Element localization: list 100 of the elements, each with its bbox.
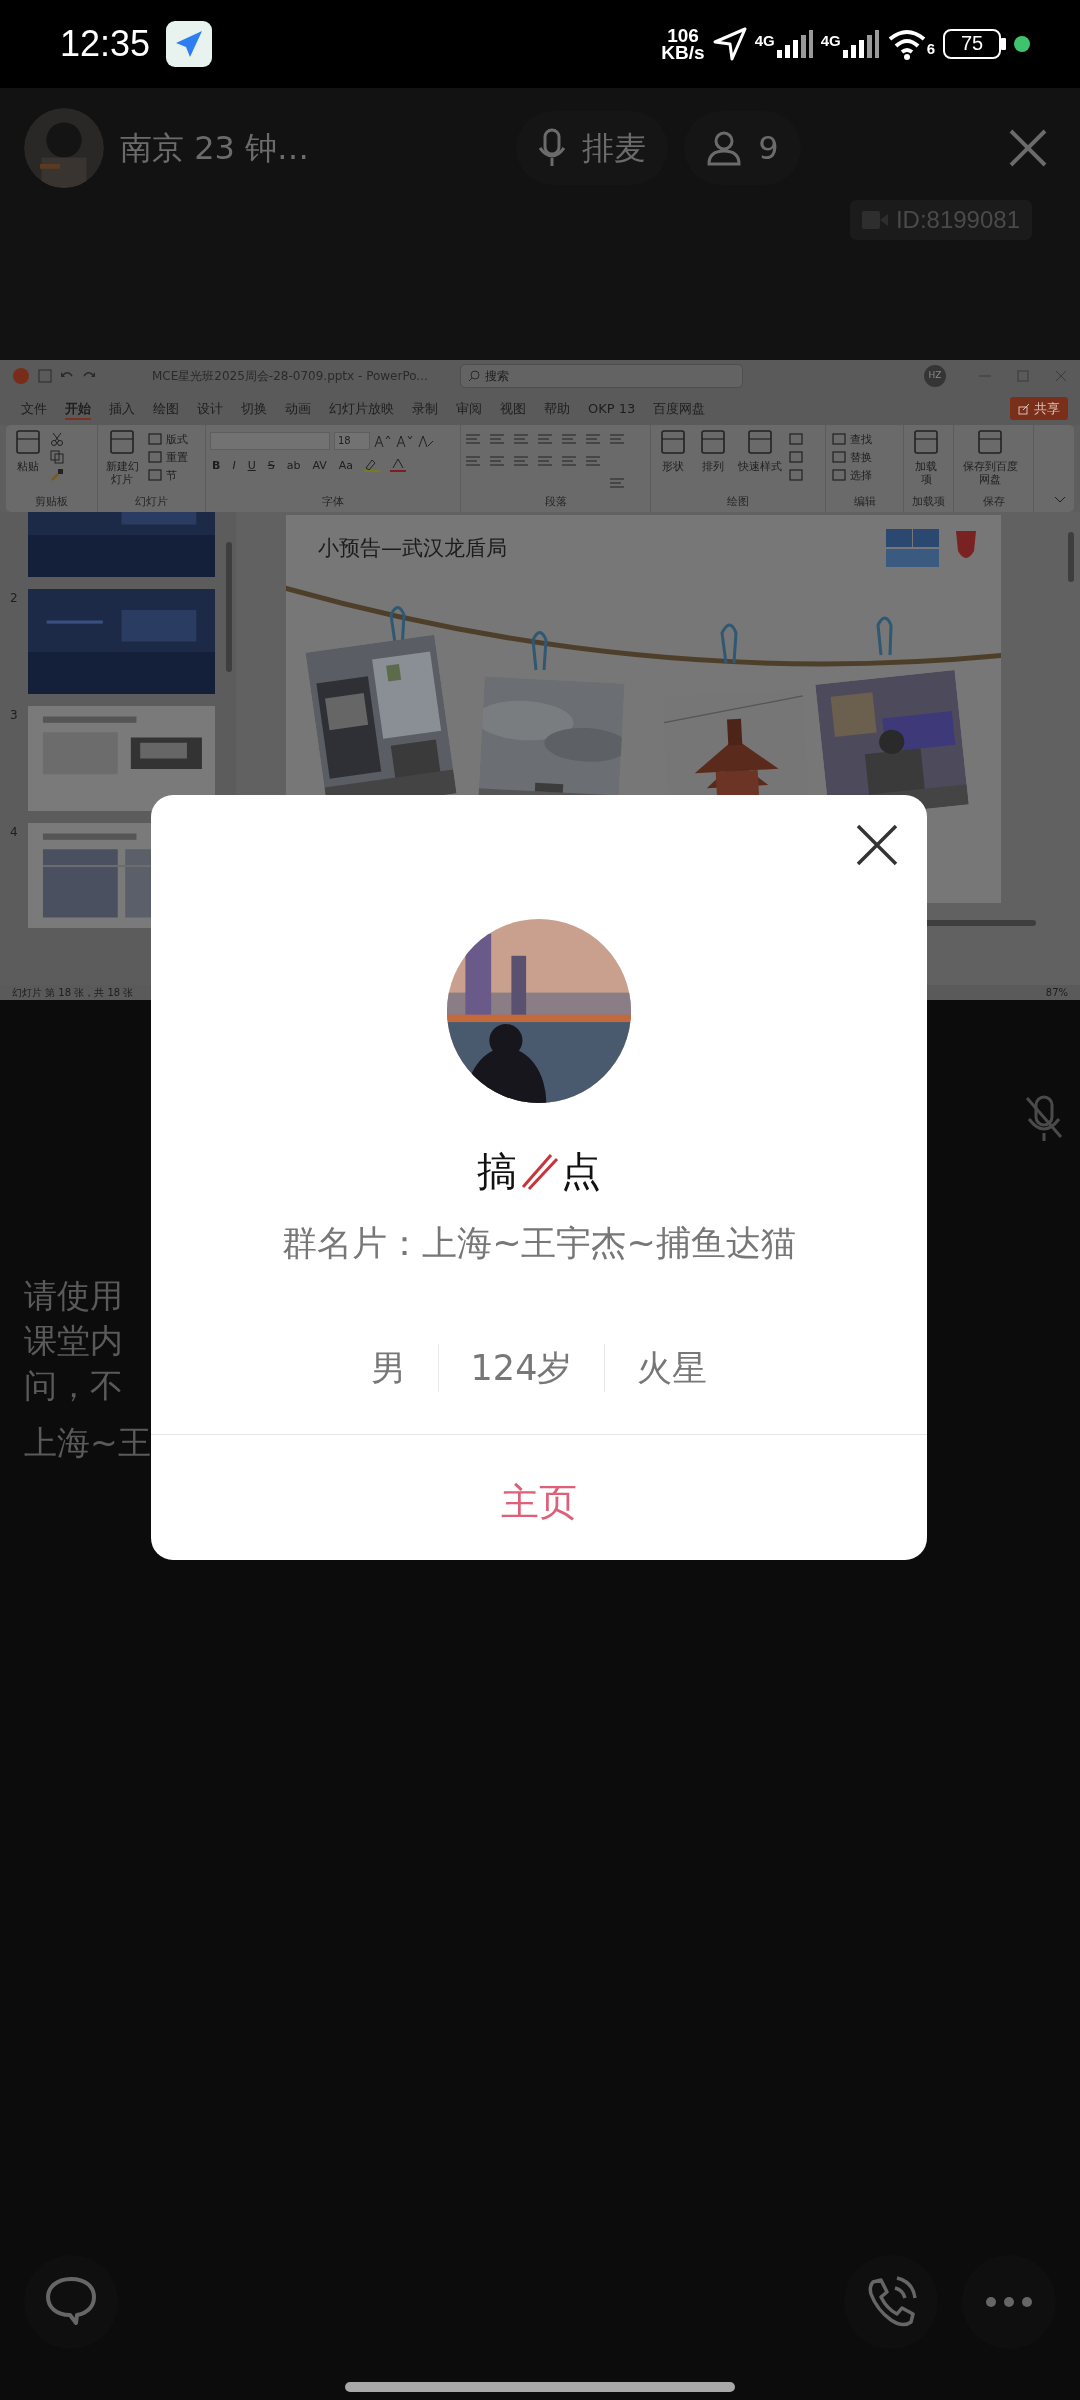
close-icon[interactable]	[855, 823, 899, 867]
ribbon-tab[interactable]: 开始	[56, 392, 100, 425]
wifi-icon	[886, 28, 927, 60]
paragraph-icon[interactable]	[465, 432, 481, 446]
privacy-dot-icon	[1014, 36, 1030, 52]
ribbon-tab[interactable]: 绘图	[144, 392, 188, 425]
save-to-cloud-button[interactable]: 保存到百度网盘	[958, 428, 1022, 494]
alignment-icon[interactable]	[513, 454, 529, 468]
profile-detail: 火星	[636, 1346, 709, 1390]
share-button[interactable]: 共享	[1010, 396, 1068, 421]
layout-button[interactable]: 版式	[146, 432, 190, 446]
battery-tip-icon	[1001, 38, 1006, 50]
format-button[interactable]: I	[230, 458, 238, 472]
alignment-icon[interactable]	[537, 454, 553, 468]
clear-format-icon[interactable]	[418, 434, 434, 448]
format-button[interactable]: B	[210, 458, 223, 472]
ribbon-group-label: 字体	[321, 494, 345, 510]
network-type: 4G	[754, 31, 775, 51]
font-size-field[interactable]: 18	[334, 432, 370, 450]
format-button[interactable]: ab	[284, 458, 303, 472]
new-slide-icon	[108, 428, 136, 456]
signal-icon	[774, 30, 813, 58]
paragraph-icon[interactable]	[609, 432, 625, 446]
find-button[interactable]: 查找	[830, 432, 874, 446]
layout-icon	[148, 432, 162, 446]
scissors-icon[interactable]	[50, 432, 64, 446]
paragraph-icon[interactable]	[513, 432, 529, 446]
user-name: 点	[561, 1147, 601, 1196]
ribbon-group-label: 编辑	[852, 494, 877, 510]
paragraph-icon[interactable]	[537, 432, 553, 446]
format-button[interactable]: AV	[310, 458, 329, 472]
new-slide-button[interactable]: 新建幻灯片	[102, 428, 142, 494]
person-icon	[706, 130, 743, 166]
font-color-icon[interactable]	[389, 458, 408, 472]
alignment-icon[interactable]	[465, 454, 481, 468]
arrange-button[interactable]: 排列	[695, 428, 731, 494]
search-field[interactable]: 搜索	[459, 364, 743, 388]
effects-icon[interactable]	[789, 468, 803, 482]
ribbon-tab[interactable]: 视图	[491, 392, 535, 425]
save-to-cloud-icon	[976, 428, 1004, 456]
copy-icon[interactable]	[50, 450, 64, 464]
ribbon-group-label: 保存	[981, 494, 1006, 510]
paragraph-icon[interactable]	[585, 432, 601, 446]
alignment-icon[interactable]	[561, 454, 577, 468]
ribbon-group-label: 幻灯片	[134, 494, 169, 510]
battery: 75	[943, 29, 1001, 59]
scrollbar-icon[interactable]	[1068, 532, 1074, 582]
fill-icon[interactable]	[789, 432, 803, 446]
ribbon-tab[interactable]: OKP 13	[579, 392, 645, 425]
microphone-muted-icon[interactable]	[1024, 1095, 1064, 1143]
ribbon-tab[interactable]: 审阅	[447, 392, 491, 425]
network-type: 4G	[820, 31, 841, 51]
brush-icon[interactable]	[50, 468, 64, 482]
group-nickname: 群名片：上海~王宇杰~捕鱼达猫	[282, 1222, 796, 1265]
outline-icon[interactable]	[789, 450, 803, 464]
reset-button[interactable]: 重置	[146, 450, 190, 464]
network-speed-unit: KB/s	[661, 44, 705, 61]
text-direction-icon[interactable]	[609, 476, 625, 490]
format-button[interactable]: Aa	[336, 458, 356, 472]
profile-detail: 男	[369, 1346, 407, 1390]
shapes-icon	[659, 428, 687, 456]
ribbon-tab[interactable]: 动画	[276, 392, 320, 425]
zoom-level: 87%	[1045, 986, 1068, 1000]
share-icon	[1018, 402, 1030, 415]
save-icon[interactable]	[38, 369, 52, 383]
slide-number: 2	[9, 590, 19, 607]
addins-icon	[912, 428, 940, 456]
collapse-ribbon-icon[interactable]	[1054, 496, 1066, 504]
home-page-link[interactable]: 主页	[495, 1473, 583, 1532]
grow-font-icon[interactable]	[374, 434, 392, 448]
shrink-font-icon[interactable]	[396, 434, 414, 448]
quick-styles-button[interactable]: 快速样式	[735, 428, 785, 494]
shapes-button[interactable]: 形状	[655, 428, 691, 494]
clip-icon	[876, 616, 893, 656]
alignment-icon[interactable]	[489, 454, 505, 468]
user-avatar[interactable]: HZ	[924, 365, 946, 387]
paste-icon	[14, 428, 42, 456]
network-speed: 106	[666, 27, 700, 44]
format-button[interactable]: U	[245, 458, 258, 472]
paragraph-icon[interactable]	[489, 432, 505, 446]
format-button[interactable]: S	[265, 458, 277, 472]
slide-title: 小预告—武汉龙盾局	[318, 535, 507, 562]
highlight-icon[interactable]	[363, 458, 382, 472]
paste-button[interactable]: 粘贴	[10, 428, 46, 494]
alignment-icon[interactable]	[585, 454, 601, 468]
ribbon-group-label: 绘图	[726, 494, 750, 510]
addins-button[interactable]: 加载项	[908, 428, 944, 494]
section-icon	[148, 468, 162, 482]
replace-button[interactable]: 替换	[830, 450, 874, 464]
ribbon-tab[interactable]: 文件	[12, 392, 56, 425]
maximize-icon[interactable]	[1016, 369, 1030, 383]
select-button[interactable]: 选择	[830, 468, 874, 482]
ribbon-group-label: 段落	[543, 494, 568, 510]
profile-detail: 124岁	[469, 1346, 574, 1390]
paragraph-icon[interactable]	[561, 432, 577, 446]
section-button[interactable]: 节	[146, 468, 190, 482]
replace-icon	[832, 450, 846, 464]
notice-text: 问，不	[24, 1365, 123, 1407]
arrange-icon	[699, 428, 727, 456]
ribbon-tab[interactable]: 设计	[188, 392, 232, 425]
